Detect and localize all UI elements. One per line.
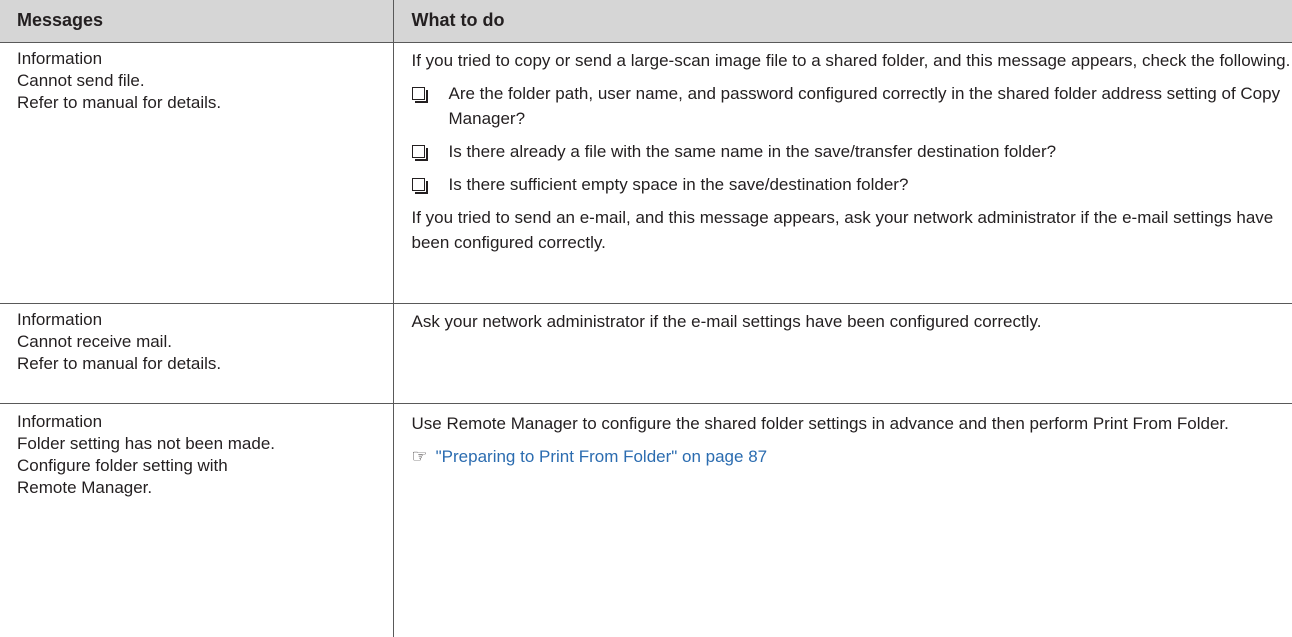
action-intro: Use Remote Manager to configure the shar…: [411, 413, 1229, 433]
table-row: Information Folder setting has not been …: [0, 403, 1292, 637]
header-messages: Messages: [0, 0, 394, 43]
checklist-item: Is there sufficient empty space in the s…: [411, 172, 1292, 197]
checkbox-bullet-icon: [411, 144, 428, 161]
checklist-text: Is there sufficient empty space in the s…: [448, 174, 909, 194]
action-cell: Ask your network administrator if the e-…: [393, 303, 1292, 404]
messages-table: Messages What to do Information Cannot s…: [0, 0, 1292, 637]
checklist-text: Are the folder path, user name, and pass…: [448, 83, 1281, 128]
message-line: Information: [17, 48, 103, 68]
action-outro: If you tried to send an e-mail, and this…: [411, 207, 1274, 252]
message-line: Configure folder setting with: [17, 455, 228, 475]
checklist-item: Is there already a file with the same na…: [411, 139, 1292, 164]
checkbox-bullet-icon: [411, 86, 428, 103]
message-line: Information: [17, 411, 103, 431]
action-intro: Ask your network administrator if the e-…: [411, 311, 1042, 331]
pointing-hand-icon: ☞: [411, 445, 428, 466]
checklist-text: Is there already a file with the same na…: [448, 141, 1057, 161]
table-header-row: Messages What to do: [0, 0, 1292, 43]
header-what-to-do: What to do: [393, 0, 1292, 43]
action-cell: Use Remote Manager to configure the shar…: [393, 403, 1292, 637]
page-reference: ☞ "Preparing to Print From Folder" on pa…: [412, 444, 1292, 469]
message-line: Refer to manual for details.: [17, 92, 222, 112]
message-cell: Information Cannot receive mail. Refer t…: [0, 303, 394, 404]
message-line: Cannot receive mail.: [17, 331, 172, 351]
message-line: Cannot send file.: [17, 70, 145, 90]
checkbox-bullet-icon: [411, 177, 428, 194]
checklist-item: Are the folder path, user name, and pass…: [411, 81, 1292, 131]
reference-link[interactable]: "Preparing to Print From Folder" on page…: [436, 444, 767, 469]
message-cell: Information Folder setting has not been …: [0, 403, 394, 637]
message-line: Refer to manual for details.: [17, 353, 222, 373]
message-line: Remote Manager.: [17, 477, 153, 497]
action-cell: If you tried to copy or send a large-sca…: [393, 42, 1292, 304]
message-line: Folder setting has not been made.: [17, 433, 275, 453]
message-line: Information: [17, 309, 103, 329]
table-row: Information Cannot send file. Refer to m…: [0, 42, 1292, 304]
action-intro: If you tried to copy or send a large-sca…: [411, 50, 1291, 70]
table-row: Information Cannot receive mail. Refer t…: [0, 303, 1292, 404]
message-cell: Information Cannot send file. Refer to m…: [0, 42, 394, 304]
